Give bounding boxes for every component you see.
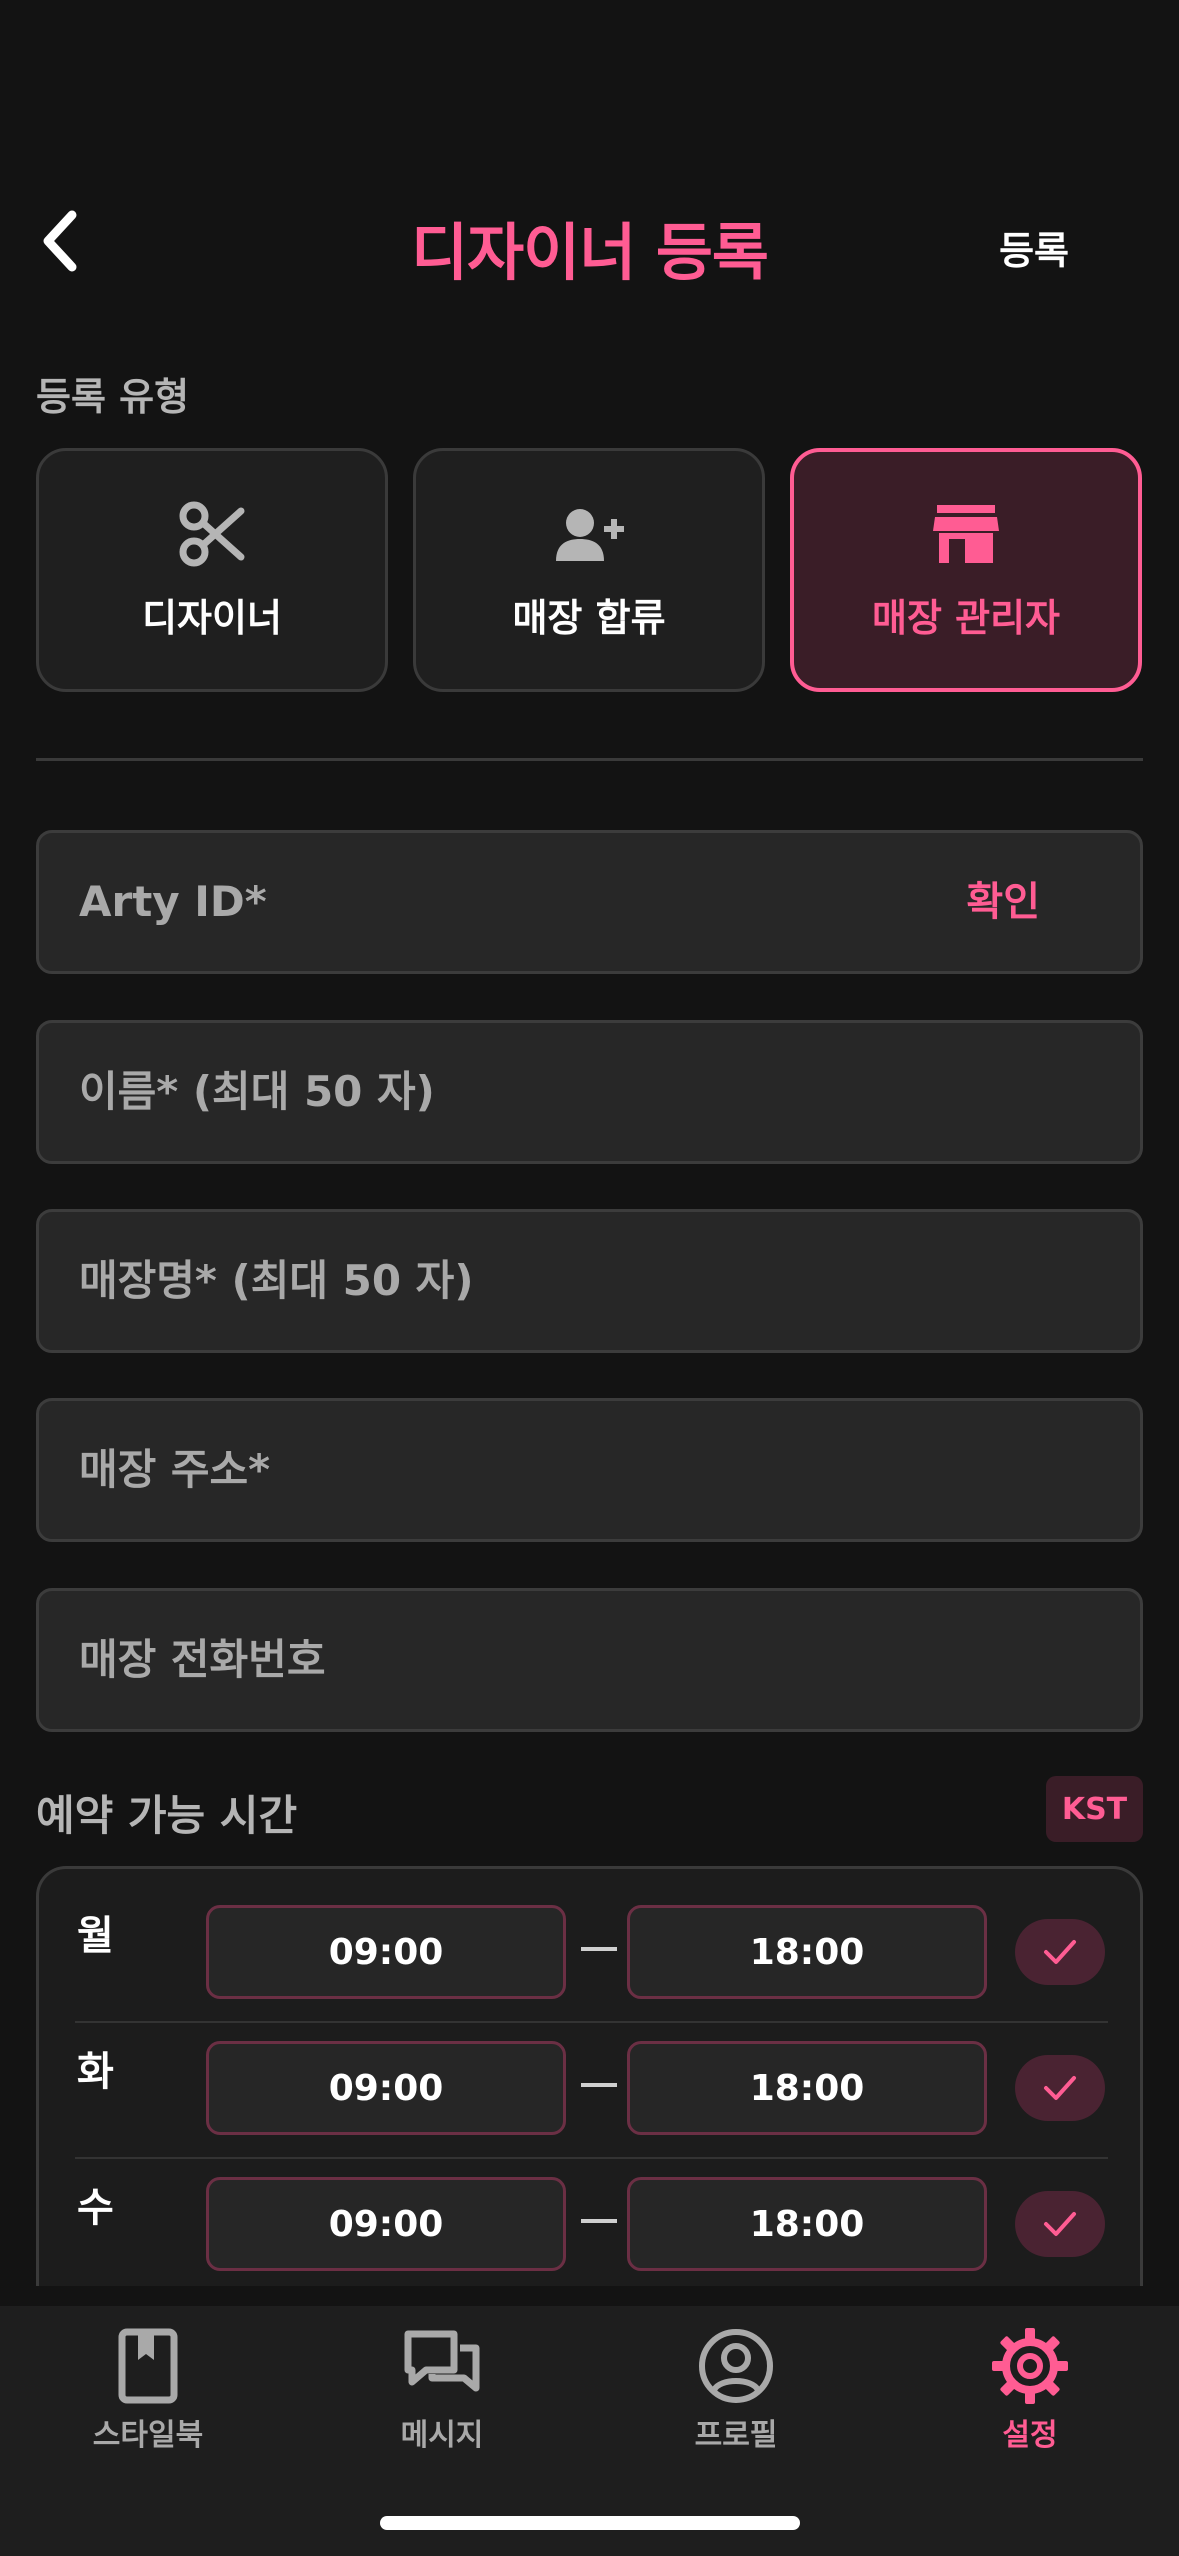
type-option-label: 매장 합류: [512, 595, 666, 640]
divider: [36, 758, 1143, 761]
register-type-label: 등록 유형: [36, 375, 190, 419]
start-time-picker[interactable]: 09:00: [206, 2177, 566, 2271]
store-name-placeholder: 매장명* (최대 50 자): [79, 1256, 474, 1305]
name-placeholder: 이름* (최대 50 자): [79, 1067, 435, 1116]
end-time-picker[interactable]: 18:00: [627, 2177, 987, 2271]
tab-label: 스타일북: [92, 2418, 204, 2453]
day-toggle[interactable]: [1015, 1919, 1105, 1985]
register-type-options: 디자이너 매장 합류 매장 관리자: [36, 448, 1143, 692]
check-icon: [1044, 2212, 1076, 2236]
day-toggle[interactable]: [1015, 2055, 1105, 2121]
schedule-row: 화 09:00 18:00: [39, 2005, 1140, 2141]
store-address-placeholder: 매장 주소*: [79, 1445, 271, 1494]
tab-stylebook[interactable]: 스타일북: [48, 2326, 248, 2466]
schedule-row: 월 09:00 18:00: [39, 1869, 1140, 2005]
day-label: 화: [77, 2049, 114, 2095]
scissors-icon: [179, 501, 245, 566]
store-address-field[interactable]: 매장 주소*: [36, 1398, 1143, 1542]
type-option-join-store[interactable]: 매장 합류: [413, 448, 765, 692]
day-label: 수: [77, 2185, 114, 2231]
end-time-picker[interactable]: 18:00: [627, 2041, 987, 2135]
arty-id-field[interactable]: Arty ID* 확인: [36, 830, 1143, 974]
tab-label: 설정: [1002, 2418, 1058, 2453]
tab-label: 프로필: [694, 2418, 778, 2453]
tab-settings[interactable]: 설정: [930, 2326, 1130, 2466]
tab-label: 메시지: [400, 2418, 484, 2453]
message-icon: [404, 2330, 480, 2392]
tab-messages[interactable]: 메시지: [342, 2326, 542, 2466]
arty-id-placeholder: Arty ID*: [79, 877, 267, 926]
dash-separator: [581, 1947, 617, 1951]
book-icon: [118, 2328, 178, 2404]
tab-profile[interactable]: 프로필: [636, 2326, 836, 2466]
type-option-designer[interactable]: 디자이너: [36, 448, 388, 692]
hours-label: 예약 가능 시간: [36, 1791, 298, 1840]
type-option-store-manager[interactable]: 매장 관리자: [790, 448, 1142, 692]
register-button[interactable]: 등록: [999, 220, 1069, 275]
timezone-badge: KST: [1046, 1776, 1143, 1842]
type-option-label: 디자이너: [142, 595, 282, 640]
store-icon: [933, 504, 999, 563]
start-time-picker[interactable]: 09:00: [206, 1905, 566, 1999]
schedule-row: 수 09:00 18:00: [39, 2141, 1140, 2277]
type-option-label: 매장 관리자: [871, 595, 1061, 640]
name-field[interactable]: 이름* (최대 50 자): [36, 1020, 1143, 1164]
header: 디자이너 등록 등록: [0, 180, 1179, 300]
user-plus-icon: [556, 508, 624, 561]
store-phone-field[interactable]: 매장 전화번호: [36, 1588, 1143, 1732]
store-phone-placeholder: 매장 전화번호: [79, 1635, 326, 1684]
start-time-picker[interactable]: 09:00: [206, 2041, 566, 2135]
schedule-card: 월 09:00 18:00 화 09:00 18:00 수 09:00 18:0…: [36, 1866, 1143, 2286]
dash-separator: [581, 2219, 617, 2223]
check-icon: [1044, 2076, 1076, 2100]
end-time-picker[interactable]: 18:00: [627, 1905, 987, 1999]
store-name-field[interactable]: 매장명* (최대 50 자): [36, 1209, 1143, 1353]
gear-icon: [992, 2328, 1068, 2404]
check-icon: [1044, 1940, 1076, 1964]
dash-separator: [581, 2083, 617, 2087]
day-label: 월: [77, 1913, 114, 1959]
day-toggle[interactable]: [1015, 2191, 1105, 2257]
home-indicator[interactable]: [380, 2516, 800, 2530]
confirm-button[interactable]: 확인: [966, 833, 1040, 971]
profile-icon: [699, 2329, 773, 2403]
